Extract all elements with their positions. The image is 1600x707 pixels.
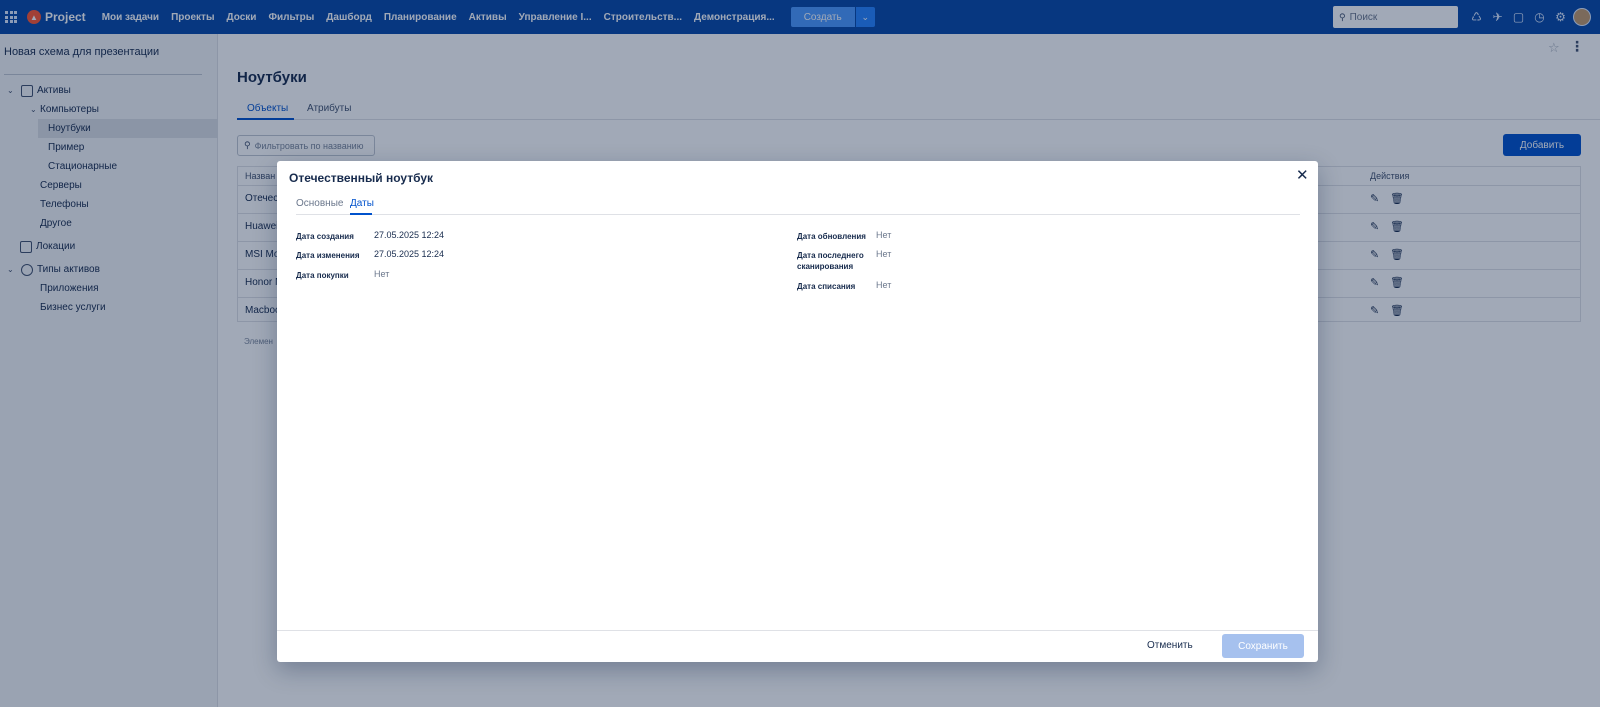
field-label-last-scan-line2: сканирования (797, 262, 854, 271)
active-tab-indicator (350, 213, 372, 215)
field-value-last-scan: Нет (876, 249, 892, 259)
field-label-written-off: Дата списания (797, 282, 856, 291)
dialog-footer: Отменить Сохранить (277, 630, 1318, 662)
field-label-last-scan: Дата последнего (797, 251, 864, 260)
asset-details-dialog: Отечественный ноутбук ✕ Основные Даты Да… (277, 161, 1318, 662)
dialog-title: Отечественный ноутбук (289, 171, 434, 185)
cancel-button[interactable]: Отменить (1147, 640, 1193, 651)
field-label-updated: Дата обновления (797, 232, 866, 241)
tab-general[interactable]: Основные (296, 198, 343, 209)
field-value-modified: 27.05.2025 12:24 (374, 249, 445, 259)
field-value-purchased: Нет (374, 269, 390, 279)
tab-dates[interactable]: Даты (350, 198, 374, 209)
save-button[interactable]: Сохранить (1222, 634, 1304, 658)
field-value-created: 27.05.2025 12:24 (374, 230, 445, 240)
field-value-written-off: Нет (876, 280, 892, 290)
close-icon[interactable]: ✕ (1296, 166, 1309, 184)
field-label-modified: Дата изменения (296, 251, 360, 260)
field-label-purchased: Дата покупки (296, 271, 349, 280)
field-label-created: Дата создания (296, 232, 354, 241)
field-value-updated: Нет (876, 230, 892, 240)
dialog-tabs: Основные Даты (296, 195, 1300, 215)
